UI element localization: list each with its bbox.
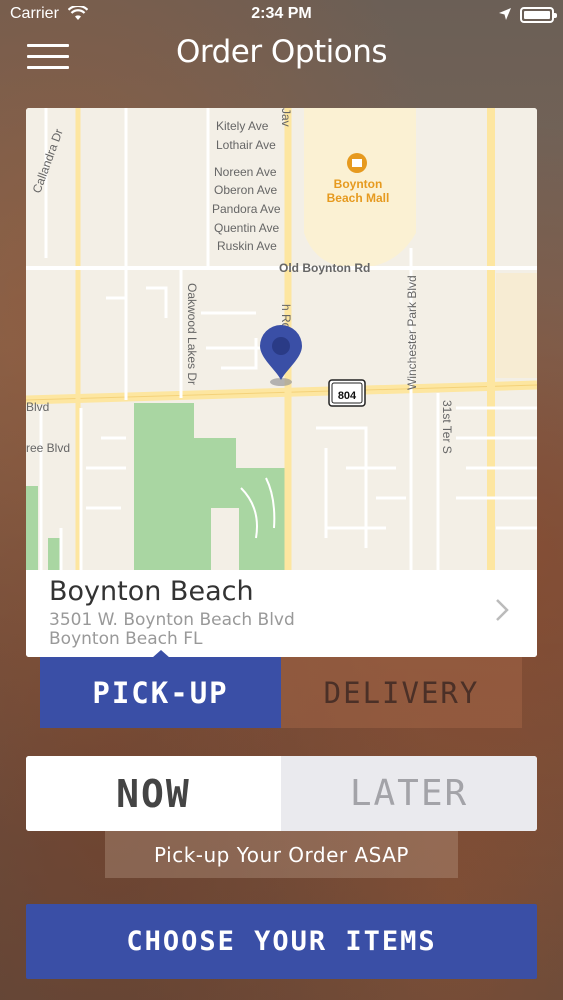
map-canvas[interactable]: Kitely Ave Lothair Ave Noreen Ave Oberon…: [26, 108, 537, 570]
status-time: 2:34 PM: [251, 5, 312, 22]
store-name: Boynton Beach: [49, 576, 254, 607]
poi-label: Beach Mall: [327, 191, 390, 205]
street-label: Old Boynton Rd: [279, 261, 370, 275]
now-option[interactable]: NOW: [26, 756, 281, 831]
pickup-tab[interactable]: PICK-UP: [40, 657, 281, 728]
store-address-line1: 3501 W. Boynton Beach Blvd: [49, 610, 295, 630]
location-arrow-icon: [499, 8, 511, 20]
status-bar: Carrier 2:34 PM: [0, 0, 563, 30]
store-location-row[interactable]: Boynton Beach 3501 W. Boynton Beach Blvd…: [26, 570, 537, 657]
store-map[interactable]: Kitely Ave Lothair Ave Noreen Ave Oberon…: [26, 108, 537, 570]
street-label: Oberon Ave: [214, 183, 277, 197]
street-label: ree Blvd: [26, 441, 70, 455]
timing-note: Pick-up Your Order ASAP: [105, 831, 458, 878]
street-label: Oakwood Lakes Dr: [185, 283, 199, 385]
poi-label: Boynton: [334, 177, 383, 191]
street-label: Blvd: [26, 400, 49, 414]
page-title: Order Options: [175, 34, 388, 70]
street-label: Winchester Park Blvd: [405, 275, 419, 390]
street-label: Pandora Ave: [212, 202, 281, 216]
svg-text:804: 804: [338, 390, 357, 402]
street-label: Jav: [279, 108, 293, 127]
route-shield-icon: 804: [328, 379, 366, 407]
delivery-tab[interactable]: DELIVERY: [281, 657, 522, 728]
time-toggle: NOW LATER: [26, 756, 537, 831]
street-label: Ruskin Ave: [217, 239, 277, 253]
street-label: Lothair Ave: [216, 138, 276, 152]
choose-items-button[interactable]: CHOOSE YOUR ITEMS: [26, 904, 537, 979]
later-option[interactable]: LATER: [281, 756, 537, 831]
street-label: Kitely Ave: [216, 119, 269, 133]
street-label: Noreen Ave: [214, 165, 277, 179]
location-card: Kitely Ave Lothair Ave Noreen Ave Oberon…: [26, 108, 537, 657]
street-label: 31st Ter S: [440, 400, 454, 454]
street-label: Quentin Ave: [214, 221, 279, 235]
chevron-right-icon: [496, 599, 509, 621]
shopping-bag-icon: [347, 153, 367, 173]
store-address-line2: Boynton Beach FL: [49, 629, 203, 649]
battery-icon: [520, 7, 557, 23]
